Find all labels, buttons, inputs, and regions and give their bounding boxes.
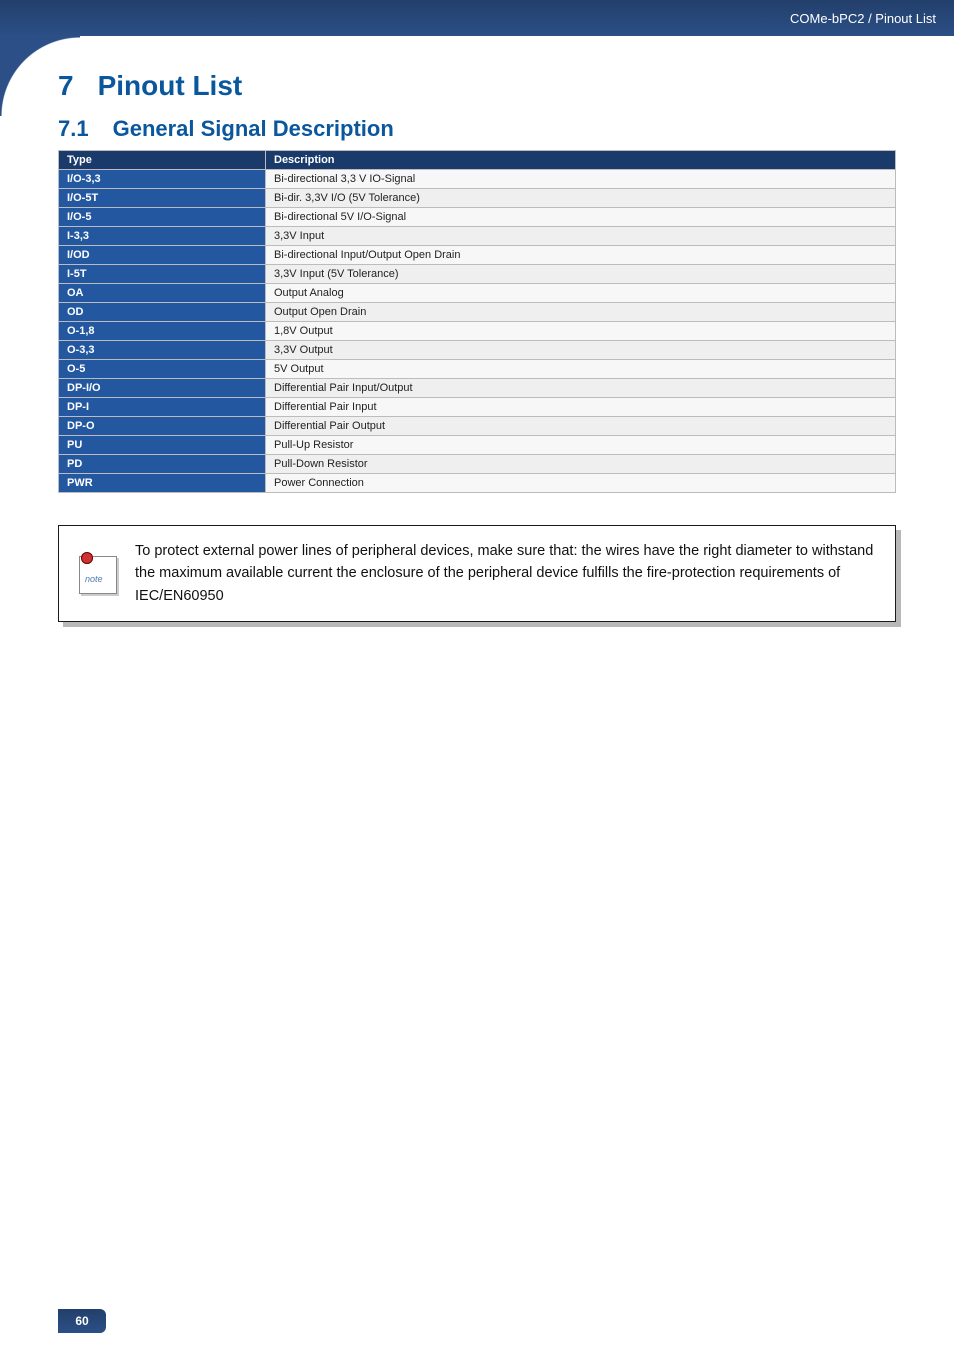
desc-cell: Output Analog	[266, 284, 896, 303]
desc-cell: Pull-Up Resistor	[266, 436, 896, 455]
desc-cell: Bi-dir. 3,3V I/O (5V Tolerance)	[266, 189, 896, 208]
table-row: DP-I/ODifferential Pair Input/Output	[59, 379, 896, 398]
table-row: ODOutput Open Drain	[59, 303, 896, 322]
desc-cell: 3,3V Input (5V Tolerance)	[266, 265, 896, 284]
chapter-number: 7	[58, 70, 74, 102]
desc-cell: 5V Output	[266, 360, 896, 379]
desc-cell: Power Connection	[266, 474, 896, 493]
chapter-title: Pinout List	[98, 70, 243, 101]
header-bar: COMe-bPC2 / Pinout List	[0, 0, 954, 36]
type-cell: I-3,3	[59, 227, 266, 246]
desc-cell: 1,8V Output	[266, 322, 896, 341]
type-cell: PD	[59, 455, 266, 474]
table-row: I-5T3,3V Input (5V Tolerance)	[59, 265, 896, 284]
note-content: note To protect external power lines of …	[58, 525, 896, 622]
type-cell: OD	[59, 303, 266, 322]
table-row: I/O-5Bi-directional 5V I/O-Signal	[59, 208, 896, 227]
section-title: General Signal Description	[113, 116, 394, 141]
note-text: To protect external power lines of perip…	[135, 540, 879, 607]
note-pin-icon	[81, 552, 93, 564]
note-icon-label: note	[85, 574, 103, 584]
page-number-badge: 60	[58, 1309, 106, 1333]
section-number: 7.1	[58, 116, 89, 142]
desc-cell: Bi-directional 3,3 V IO-Signal	[266, 170, 896, 189]
type-cell: OA	[59, 284, 266, 303]
page-number: 60	[75, 1314, 88, 1328]
table-row: DP-IDifferential Pair Input	[59, 398, 896, 417]
type-cell: O-3,3	[59, 341, 266, 360]
desc-cell: Bi-directional Input/Output Open Drain	[266, 246, 896, 265]
table-row: OAOutput Analog	[59, 284, 896, 303]
desc-cell: Differential Pair Output	[266, 417, 896, 436]
type-cell: I/O-5	[59, 208, 266, 227]
chapter-heading: 7 Pinout List	[58, 70, 896, 102]
desc-cell: Bi-directional 5V I/O-Signal	[266, 208, 896, 227]
type-cell: PWR	[59, 474, 266, 493]
col-header-type: Type	[59, 151, 266, 170]
type-cell: I/O-3,3	[59, 170, 266, 189]
type-cell: I/OD	[59, 246, 266, 265]
table-row: PWRPower Connection	[59, 474, 896, 493]
table-row: DP-ODifferential Pair Output	[59, 417, 896, 436]
type-cell: O-5	[59, 360, 266, 379]
page-content: 7 Pinout List 7.1 General Signal Descripti…	[0, 36, 954, 622]
type-cell: O-1,8	[59, 322, 266, 341]
col-header-description: Description	[266, 151, 896, 170]
table-row: O-1,81,8V Output	[59, 322, 896, 341]
desc-cell: Differential Pair Input/Output	[266, 379, 896, 398]
note-icon: note	[75, 552, 119, 596]
table-row: PDPull-Down Resistor	[59, 455, 896, 474]
type-cell: I-5T	[59, 265, 266, 284]
table-row: I/ODBi-directional Input/Output Open Dra…	[59, 246, 896, 265]
table-row: I/O-5TBi-dir. 3,3V I/O (5V Tolerance)	[59, 189, 896, 208]
table-row: I-3,33,3V Input	[59, 227, 896, 246]
section-heading: 7.1 General Signal Description	[58, 116, 896, 142]
breadcrumb: COMe-bPC2 / Pinout List	[790, 11, 936, 26]
signal-description-table: Type Description I/O-3,3Bi-directional 3…	[58, 150, 896, 493]
desc-cell: Differential Pair Input	[266, 398, 896, 417]
table-header-row: Type Description	[59, 151, 896, 170]
desc-cell: Output Open Drain	[266, 303, 896, 322]
desc-cell: 3,3V Input	[266, 227, 896, 246]
type-cell: PU	[59, 436, 266, 455]
type-cell: DP-I/O	[59, 379, 266, 398]
table-row: O-3,33,3V Output	[59, 341, 896, 360]
type-cell: DP-O	[59, 417, 266, 436]
type-cell: DP-I	[59, 398, 266, 417]
desc-cell: Pull-Down Resistor	[266, 455, 896, 474]
note-box: note To protect external power lines of …	[58, 525, 896, 622]
desc-cell: 3,3V Output	[266, 341, 896, 360]
table-row: O-55V Output	[59, 360, 896, 379]
table-row: PUPull-Up Resistor	[59, 436, 896, 455]
table-row: I/O-3,3Bi-directional 3,3 V IO-Signal	[59, 170, 896, 189]
type-cell: I/O-5T	[59, 189, 266, 208]
